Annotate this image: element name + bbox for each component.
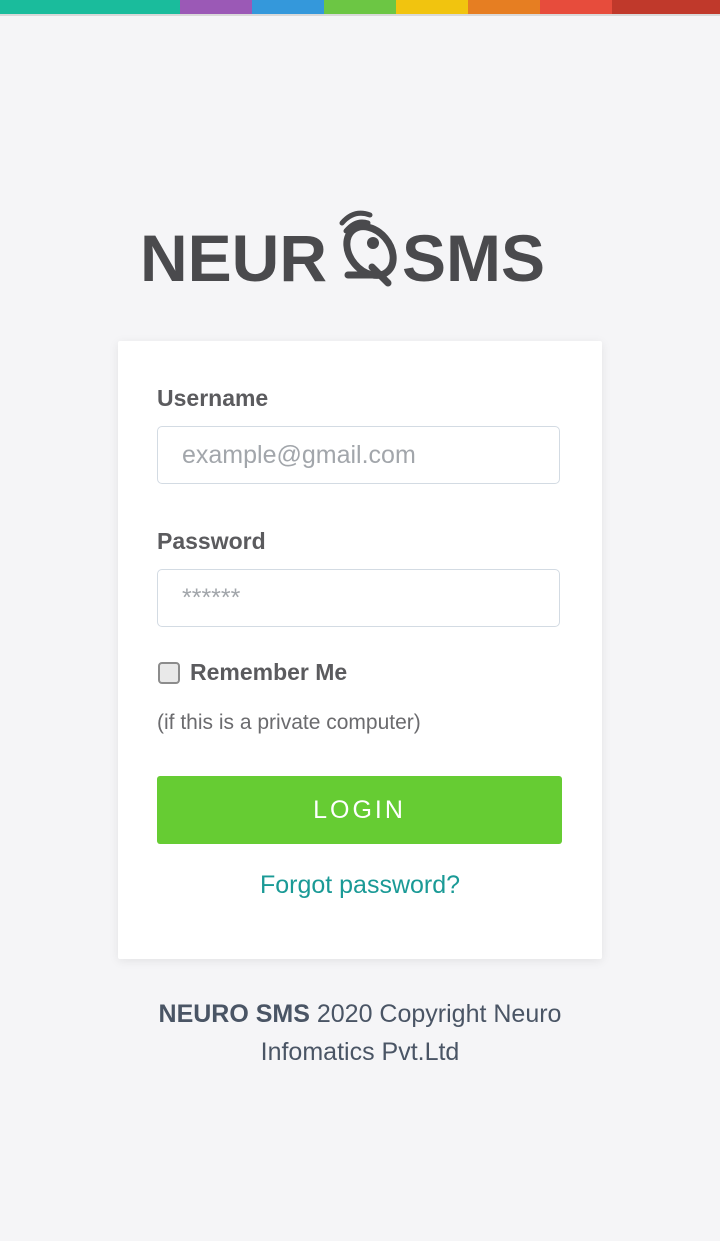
footer-copyright: NEURO SMS 2020 Copyright Neuro Infomatic… bbox=[0, 995, 720, 1071]
satellite-dish-icon bbox=[339, 210, 397, 287]
password-input[interactable] bbox=[157, 569, 560, 627]
footer-line-1-rest: 2020 Copyright Neuro bbox=[309, 1000, 562, 1028]
footer-line-2: Infomatics Pvt.Ltd bbox=[260, 1038, 460, 1066]
forgot-password-link[interactable]: Forgot password? bbox=[118, 871, 602, 900]
logo-text-left: NEUR bbox=[140, 221, 327, 290]
footer-line-1: NEURO SMS 2020 Copyright Neuro bbox=[0, 995, 720, 1033]
remember-me-label[interactable]: Remember Me bbox=[190, 659, 347, 686]
remember-me-hint: (if this is a private computer) bbox=[157, 711, 421, 734]
app-logo: NEUR SMS bbox=[140, 210, 545, 290]
top-color-bar bbox=[0, 0, 720, 16]
username-input[interactable] bbox=[157, 426, 560, 484]
username-label: Username bbox=[157, 385, 269, 411]
password-label: Password bbox=[157, 528, 266, 554]
remember-me-row[interactable]: Remember Me bbox=[158, 659, 347, 686]
login-button[interactable]: LOGIN bbox=[157, 776, 562, 844]
login-card: Username Password Remember Me (if this i… bbox=[118, 341, 602, 959]
footer-brand: NEURO SMS bbox=[158, 1000, 310, 1028]
remember-me-checkbox[interactable] bbox=[158, 661, 180, 684]
top-divider bbox=[0, 14, 720, 16]
logo-text-right: SMS bbox=[402, 221, 545, 290]
